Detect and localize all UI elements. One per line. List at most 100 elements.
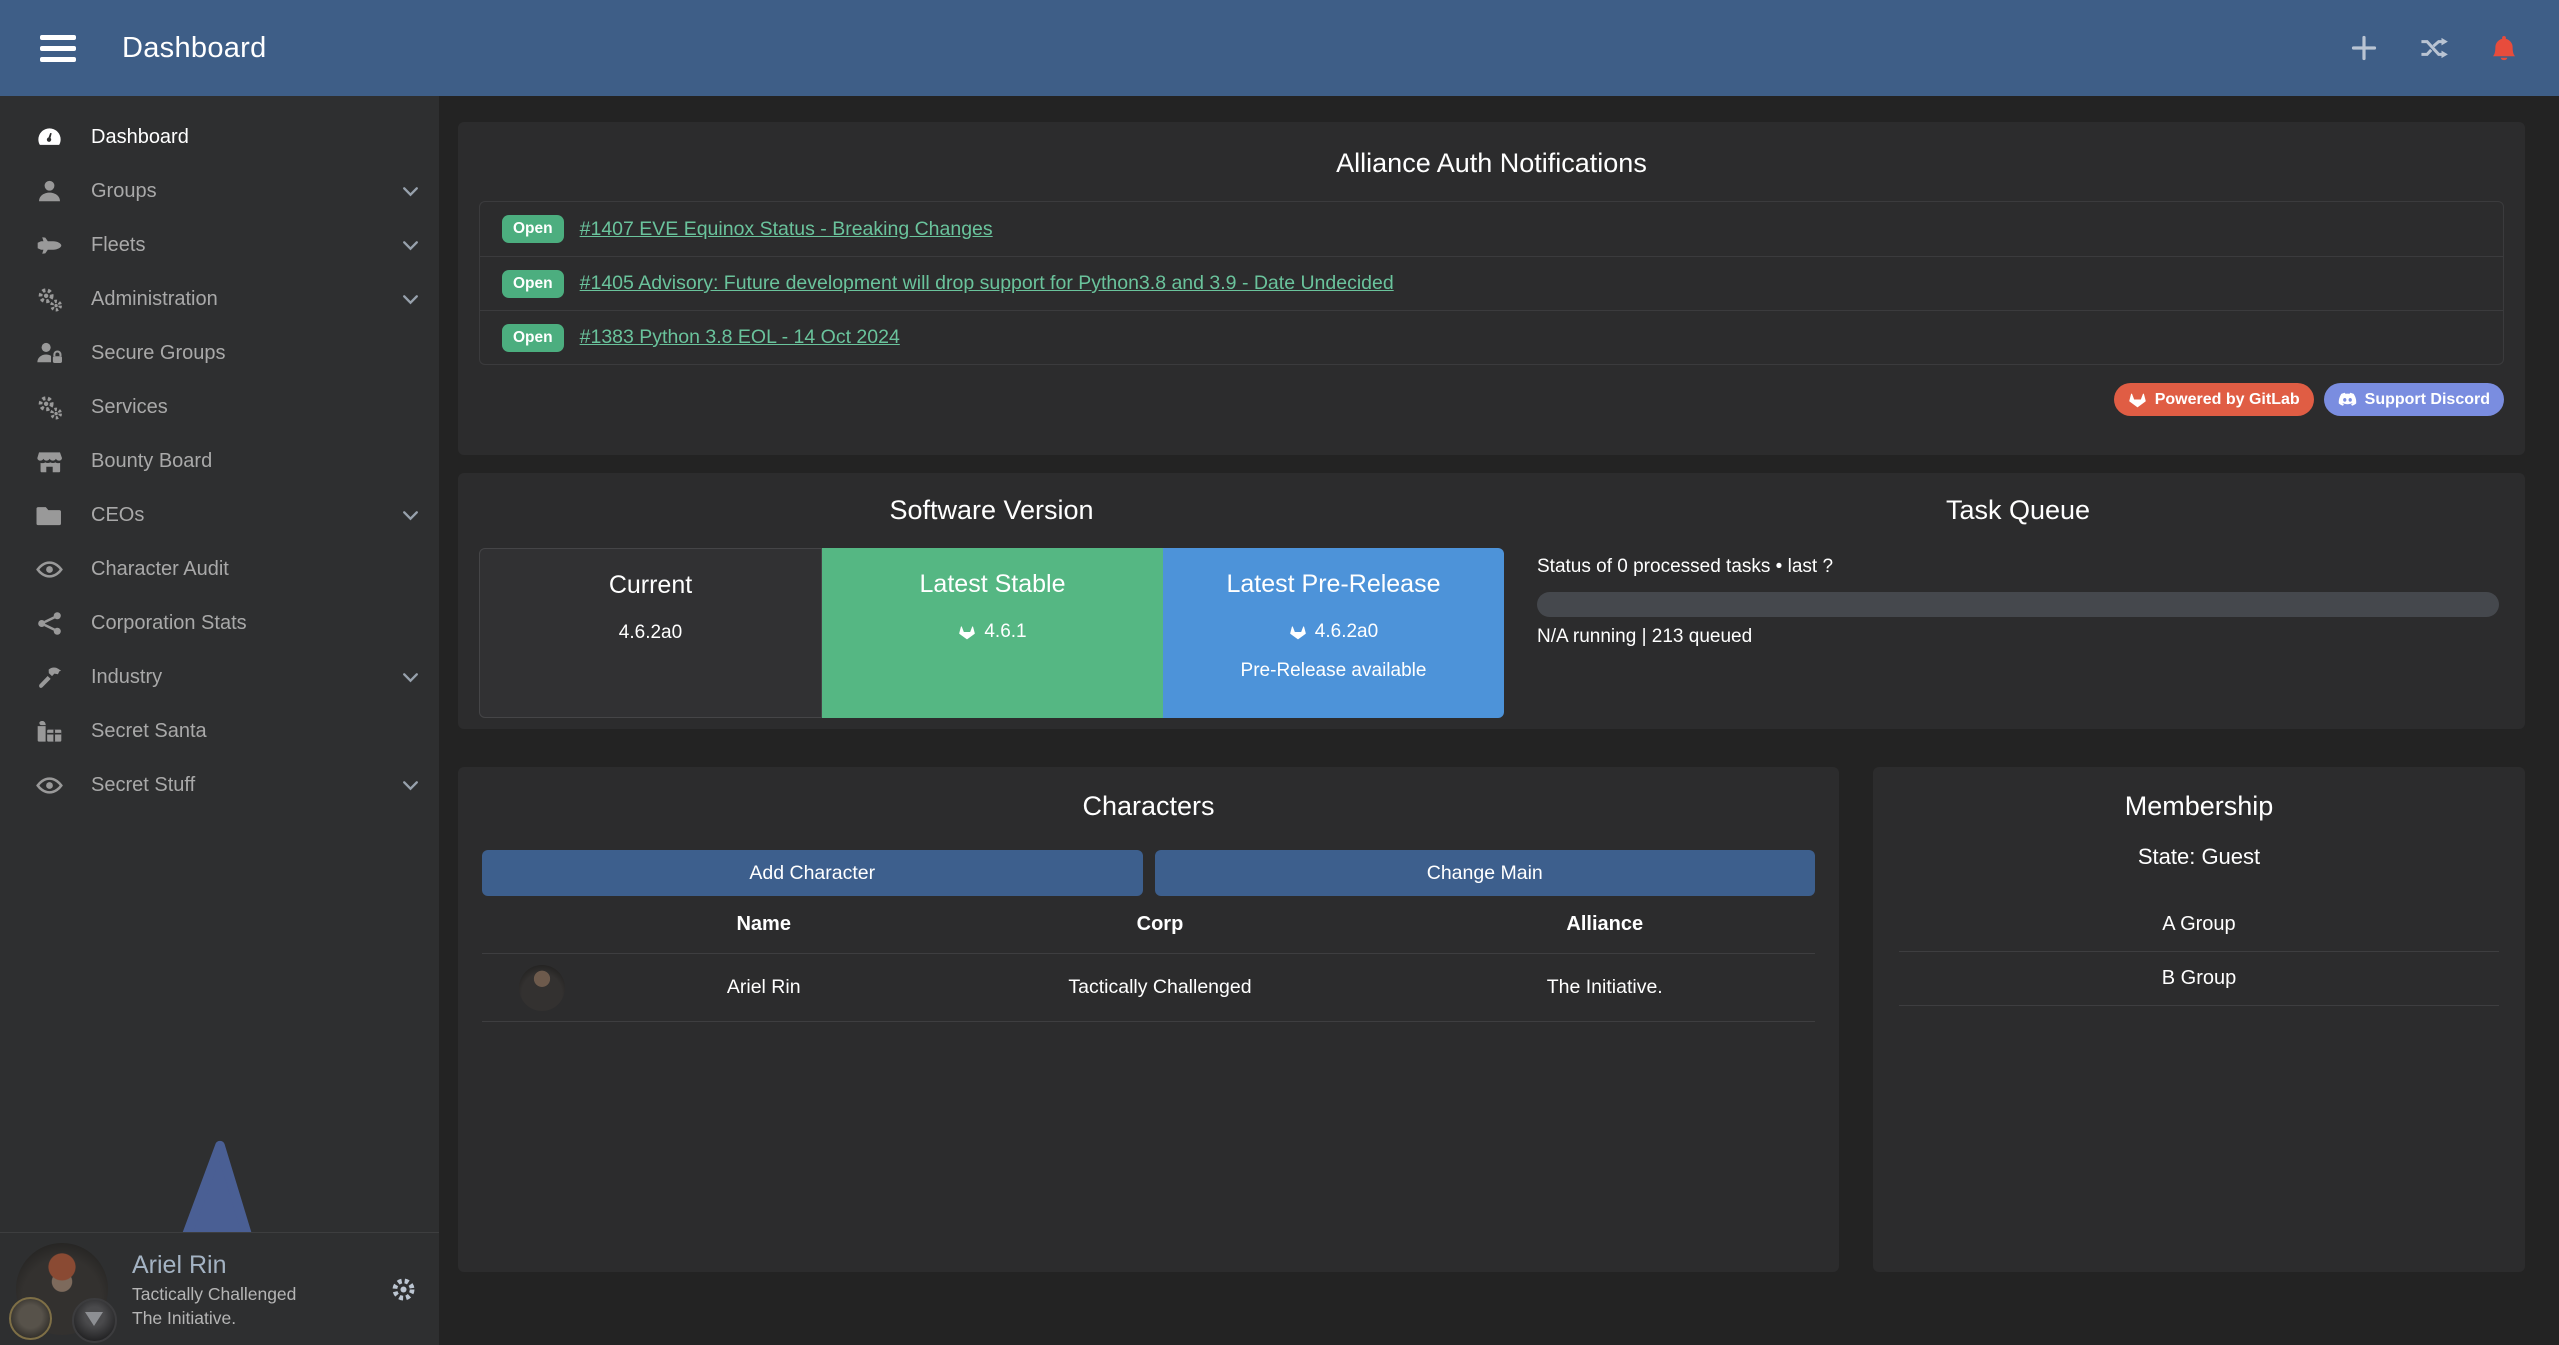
characters-panel: Characters Add Character Change Main Nam…	[458, 767, 1839, 1272]
plus-icon[interactable]	[2349, 33, 2379, 63]
task-queue-status: Status of 0 processed tasks • last ?	[1537, 556, 2499, 578]
user-settings-gear-icon[interactable]	[390, 1276, 417, 1303]
user-corp: Tactically Challenged	[132, 1282, 296, 1306]
page-title: Dashboard	[122, 32, 267, 65]
task-queue-counts: N/A running | 213 queued	[1537, 626, 2499, 648]
status-badge: Open	[502, 270, 564, 298]
user-footer: Ariel Rin Tactically Challenged The Init…	[0, 1232, 439, 1345]
badge-label: Support Discord	[2365, 391, 2490, 409]
sidebar-item-secret-santa[interactable]: Secret Santa	[0, 704, 439, 758]
main-content: Alliance Auth Notifications Open #1407 E…	[439, 96, 2559, 1345]
task-queue-title: Task Queue	[1537, 495, 2499, 526]
sidebar-item-label: Character Audit	[91, 558, 229, 581]
corp-logo-badge	[9, 1297, 52, 1340]
sidebar-item-fleets[interactable]: Fleets	[0, 218, 439, 272]
character-actions: Add Character Change Main	[482, 850, 1815, 896]
notifications-title: Alliance Auth Notifications	[479, 148, 2504, 179]
sidebar-item-services[interactable]: Services	[0, 380, 439, 434]
gauge-icon	[36, 124, 63, 151]
sidebar-item-label: Industry	[91, 666, 162, 689]
user-icon	[36, 178, 63, 205]
task-queue-progress-bar	[1537, 592, 2499, 617]
character-name-cell: Ariel Rin	[602, 976, 925, 999]
gitlab-icon	[1289, 623, 1307, 641]
gitlab-icon	[2128, 390, 2147, 409]
powered-by-gitlab-badge[interactable]: Powered by GitLab	[2114, 383, 2314, 416]
shop-icon	[36, 448, 63, 475]
top-navbar: Dashboard	[0, 0, 2559, 96]
notification-bell-icon[interactable]	[2489, 33, 2519, 63]
membership-panel: Membership State: Guest A Group B Group	[1873, 767, 2525, 1272]
sidebar-item-dashboard[interactable]: Dashboard	[0, 110, 439, 164]
sidebar-toggle-hamburger-icon[interactable]	[40, 35, 76, 62]
badge-label: Powered by GitLab	[2155, 391, 2300, 409]
sidebar-item-industry[interactable]: Industry	[0, 650, 439, 704]
version-number: 4.6.2a0	[619, 622, 682, 644]
gitlab-icon	[958, 623, 976, 641]
gears-icon	[36, 394, 63, 421]
chevron-down-icon	[400, 235, 421, 256]
group-list-item: A Group	[1899, 898, 2499, 952]
column-header-alliance: Alliance	[1394, 913, 1815, 936]
user-alliance: The Initiative.	[132, 1306, 296, 1330]
alliance-auth-dashboard: Dashboard Dashboard Groups Fleets	[0, 0, 2559, 1345]
folder-icon	[36, 502, 63, 529]
version-box-current: Current 4.6.2a0	[479, 548, 822, 718]
sidebar-item-bounty-board[interactable]: Bounty Board	[0, 434, 439, 488]
sidebar-item-corporation-stats[interactable]: Corporation Stats	[0, 596, 439, 650]
membership-state: State: Guest	[1899, 844, 2499, 870]
notifications-footer: Powered by GitLab Support Discord	[479, 383, 2504, 416]
spaceship-icon	[36, 232, 63, 259]
notifications-list: Open #1407 EVE Equinox Status - Breaking…	[479, 201, 2504, 365]
version-box-latest-prerelease: Latest Pre-Release 4.6.2a0 Pre-Release a…	[1163, 548, 1504, 718]
chevron-down-icon	[400, 667, 421, 688]
sidebar-item-secure-groups[interactable]: Secure Groups	[0, 326, 439, 380]
admin-status-panel: Software Version Current 4.6.2a0 Latest …	[458, 473, 2525, 729]
eye-icon	[36, 772, 63, 799]
shuffle-icon[interactable]	[2419, 33, 2449, 63]
version-value: 4.6.2a0	[480, 622, 821, 644]
membership-groups-list: A Group B Group	[1899, 898, 2499, 1006]
sidebar-item-label: Dashboard	[91, 126, 189, 149]
sidebar-item-administration[interactable]: Administration	[0, 272, 439, 326]
sidebar-item-groups[interactable]: Groups	[0, 164, 439, 218]
notification-link[interactable]: #1383 Python 3.8 EOL - 14 Oct 2024	[580, 326, 900, 349]
task-queue-section: Task Queue Status of 0 processed tasks •…	[1537, 495, 2525, 707]
notification-link[interactable]: #1407 EVE Equinox Status - Breaking Chan…	[580, 218, 993, 241]
characters-title: Characters	[482, 791, 1815, 822]
version-value: 4.6.2a0	[1163, 621, 1504, 643]
status-badge: Open	[502, 215, 564, 243]
table-row: Ariel Rin Tactically Challenged The Init…	[482, 954, 1815, 1022]
change-main-button[interactable]: Change Main	[1155, 850, 1816, 896]
gears-icon	[36, 286, 63, 313]
sidebar-item-label: Secret Stuff	[91, 774, 195, 797]
characters-table: Name Corp Alliance Ariel Rin Tactically …	[482, 896, 1815, 1022]
column-header-corp: Corp	[925, 913, 1394, 936]
user-lock-icon	[36, 340, 63, 367]
version-label: Current	[480, 571, 821, 600]
version-number: 4.6.1	[984, 621, 1026, 643]
bottom-row: Characters Add Character Change Main Nam…	[458, 767, 2525, 1272]
sidebar-item-label: Services	[91, 396, 168, 419]
sidebar-item-label: Bounty Board	[91, 450, 212, 473]
notification-link[interactable]: #1405 Advisory: Future development will …	[580, 272, 1394, 295]
character-corp-cell: Tactically Challenged	[925, 976, 1394, 999]
sidebar-item-label: Secure Groups	[91, 342, 226, 365]
notification-item: Open #1405 Advisory: Future development …	[480, 256, 2503, 310]
notification-item: Open #1407 EVE Equinox Status - Breaking…	[480, 202, 2503, 256]
add-character-button[interactable]: Add Character	[482, 850, 1143, 896]
navbar-actions	[2349, 33, 2519, 63]
character-alliance-cell: The Initiative.	[1394, 976, 1815, 999]
sidebar-item-secret-stuff[interactable]: Secret Stuff	[0, 758, 439, 812]
support-discord-badge[interactable]: Support Discord	[2324, 383, 2504, 416]
version-number: 4.6.2a0	[1315, 621, 1378, 643]
eye-icon	[36, 556, 63, 583]
sidebar-item-character-audit[interactable]: Character Audit	[0, 542, 439, 596]
notification-item: Open #1383 Python 3.8 EOL - 14 Oct 2024	[480, 310, 2503, 364]
version-box-latest-stable: Latest Stable 4.6.1	[822, 548, 1163, 718]
gifts-icon	[36, 718, 63, 745]
sidebar-item-label: CEOs	[91, 504, 144, 527]
sidebar-item-ceos[interactable]: CEOs	[0, 488, 439, 542]
discord-icon	[2338, 390, 2357, 409]
membership-title: Membership	[1899, 791, 2499, 822]
